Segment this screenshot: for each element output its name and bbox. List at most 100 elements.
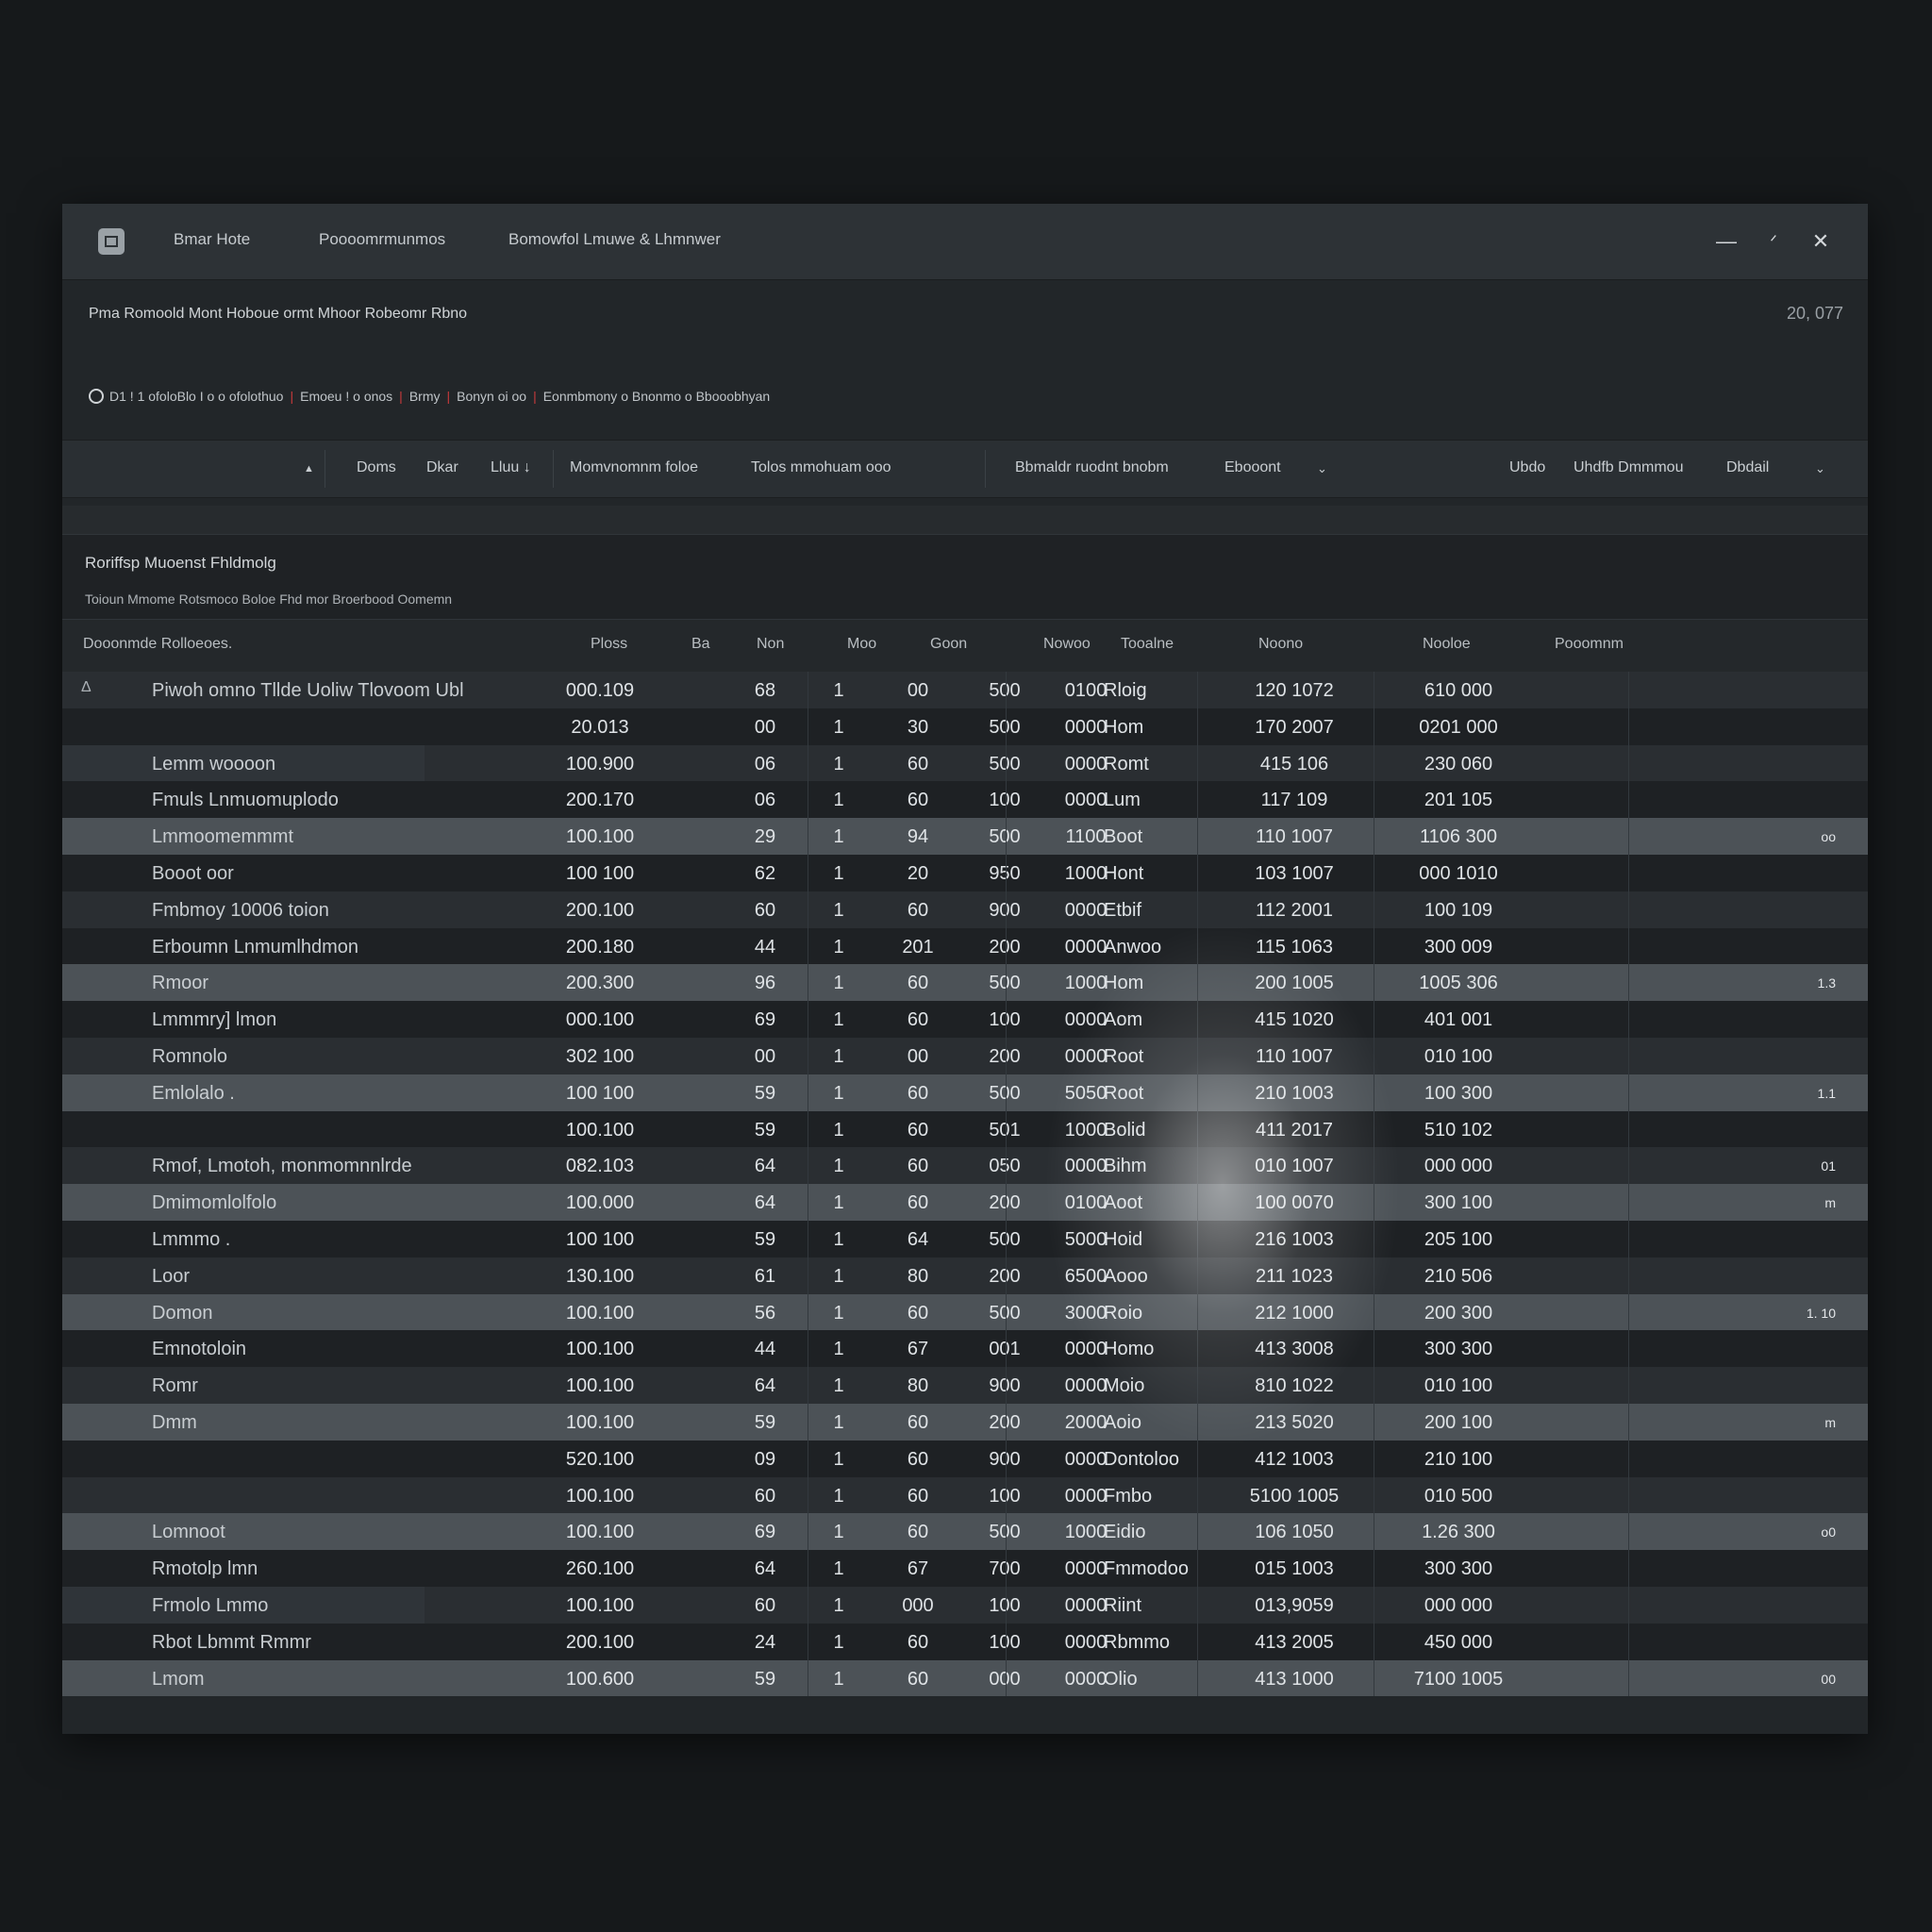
column-header[interactable]: Dooonmde Rolloeoes. [83, 636, 232, 653]
table-row[interactable]: Lmmmo . 100 100 59 1 64 500 5000 Hoid 216 1003 20… [62, 1221, 1868, 1257]
table-row[interactable]: Romr 100.100 64 1 80 900 0000 Moio 810 1022 010 1… [62, 1367, 1868, 1404]
group-2[interactable]: Tolos mmohuam ooo [751, 459, 891, 476]
cell-a: 200.180 [565, 936, 635, 958]
table-row[interactable]: Loor 130.100 61 1 80 200 6500 Aooo 211 1023 210 5… [62, 1257, 1868, 1294]
restore-button[interactable]: ᐟ [1755, 223, 1792, 260]
table-row[interactable]: Emnotoloin 100.100 44 1 67 001 0000 Homo 413 300… [62, 1330, 1868, 1368]
cell-i: 300 300 [1424, 1339, 1493, 1360]
right-item-2[interactable]: Uhdfb Dmmmou [1574, 459, 1683, 476]
table-row[interactable]: 100.100 59 1 60 501 1000 Bolid 411 2017 510 102 [62, 1110, 1868, 1148]
chevron-down-icon[interactable]: ⌄ [1317, 461, 1327, 476]
view-select[interactable]: Ebooont [1224, 459, 1281, 476]
cell-i: 401 001 [1424, 1009, 1493, 1031]
filter-1[interactable]: Doms [357, 459, 396, 476]
sort-marker-icon[interactable]: ▲ [304, 463, 314, 475]
table-row[interactable]: Lmmoomemmmt 100.100 29 1 94 500 1100 Boot 110 10… [62, 818, 1868, 855]
cell-d: 00 [907, 680, 929, 701]
cell-e: 100 [989, 1009, 1021, 1031]
cell-d: 80 [907, 1375, 929, 1397]
table-row[interactable]: 520.100 09 1 60 900 0000 Dontoloo 412 1003 210 1… [62, 1440, 1868, 1477]
column-header[interactable]: Tooalne [1121, 636, 1174, 653]
column-header[interactable]: Noono [1258, 636, 1303, 653]
breadcrumb-item[interactable]: Bonyn oi oo [457, 389, 526, 404]
cell-i: 0201 000 [1419, 716, 1498, 738]
table-row[interactable]: Fmbmoy 10006 toion 200.100 60 1 60 900 0000 Etb… [62, 891, 1868, 928]
right-select[interactable]: Dbdail [1726, 459, 1769, 476]
row-flag-icon[interactable]: Δ [81, 679, 92, 696]
menu-item-2[interactable]: Poooomrmunmos [319, 230, 445, 249]
table-row[interactable]: Booot oor 100 100 62 1 20 950 1000 Hont 103 1007… [62, 855, 1868, 891]
row-name: Lmmmo . [152, 1229, 231, 1250]
group-1[interactable]: Momvnomnm foloe [570, 459, 698, 476]
row-trailing-value: o0 [1821, 1524, 1836, 1541]
cell-g: Romt [1104, 753, 1149, 774]
row-name: Lmmoomemmmt [152, 826, 294, 848]
cell-i: 300 100 [1424, 1192, 1493, 1214]
table-row[interactable]: Rbot Lbmmt Rmmr 200.100 24 1 60 100 0000 Rbmmo 4… [62, 1623, 1868, 1660]
toolbar: ▲ Doms Dkar Lluu ↓ Momvnomnm foloe Tolos… [62, 440, 1868, 498]
cell-h: 5100 1005 [1249, 1485, 1340, 1507]
cell-c: 1 [833, 826, 844, 848]
cell-h: 213 5020 [1255, 1412, 1334, 1433]
cell-d: 60 [907, 1156, 929, 1177]
close-button[interactable]: ✕ [1802, 223, 1840, 260]
column-header[interactable]: Nowoo [1043, 636, 1091, 653]
table-row[interactable]: Lemm woooon 100.900 06 1 60 500 0000 Romt 415 10… [62, 744, 1868, 782]
table-row[interactable]: Dmm 100.100 59 1 60 200 2000 Aoio 213 5020 200 10… [62, 1404, 1868, 1441]
table-row[interactable]: Emlolalo . 100 100 59 1 60 500 5050 Root 210 100… [62, 1074, 1868, 1111]
right-item-1[interactable]: Ubdo [1509, 459, 1545, 476]
column-header[interactable]: Goon [930, 636, 967, 653]
table-row[interactable]: Rmoor 200.300 96 1 60 500 1000 Hom 200 1005 1005 … [62, 964, 1868, 1002]
cell-c: 1 [833, 680, 844, 701]
menu-item-1[interactable]: Bmar Hote [174, 230, 250, 249]
table-row[interactable]: Domon 100.100 56 1 60 500 3000 Roio 212 1000 200 … [62, 1293, 1868, 1331]
cell-b: 59 [754, 1119, 776, 1141]
chevron-down-icon[interactable]: ⌄ [1815, 461, 1825, 476]
cell-b: 62 [754, 863, 776, 884]
cell-c: 1 [833, 1156, 844, 1177]
column-header[interactable]: Ploss [591, 636, 627, 653]
column-header[interactable]: Ba [691, 636, 710, 653]
cell-e: 200 [989, 1265, 1021, 1287]
minimize-button[interactable]: — [1707, 223, 1745, 260]
cell-g: Aoot [1104, 1192, 1143, 1214]
cell-d: 20 [907, 863, 929, 884]
cell-i: 200 100 [1424, 1412, 1493, 1433]
app-icon[interactable] [98, 228, 125, 255]
column-header[interactable]: Moo [847, 636, 876, 653]
column-header[interactable]: Pooomnm [1555, 636, 1624, 653]
table-row[interactable]: Frmolo Lmmo 100.100 60 1 000 100 0000 Riint 013,… [62, 1587, 1868, 1624]
cell-g: Boot [1104, 826, 1143, 848]
table-row[interactable]: Δ Piwoh omno Tllde Uoliw Tlovoom Ubl 000.1… [62, 672, 1868, 708]
breadcrumb-item[interactable]: D1 ! 1 ofoloBlo I o o ofolothuo [109, 389, 283, 404]
breadcrumb-item[interactable]: Eonmbmony o Bnonmo o Bbooobhyan [543, 389, 771, 404]
view-label: Bbmaldr ruodnt bnobm [1015, 459, 1169, 475]
column-header[interactable]: Nooloe [1423, 636, 1471, 653]
cell-i: 300 009 [1424, 936, 1493, 958]
filter-3[interactable]: Lluu ↓ [491, 459, 531, 476]
breadcrumb-item[interactable]: Brmy [409, 389, 441, 404]
table-row[interactable]: Erboumn Lnmumlhdmon 200.180 44 1 201 200 0000 A… [62, 927, 1868, 965]
filter-2[interactable]: Dkar [426, 459, 458, 476]
table-row[interactable]: 100.100 60 1 60 100 0000 Fmbo 5100 1005 010 500 [62, 1476, 1868, 1514]
table-row[interactable]: Rmotolp lmn 260.100 64 1 67 700 0000 Fmmodoo 015… [62, 1550, 1868, 1587]
record-icon [89, 389, 104, 404]
table-row[interactable]: Romnolo 302 100 00 1 00 200 0000 Root 110 1007 01… [62, 1038, 1868, 1074]
table-row[interactable]: 20.013 00 1 30 500 0000 Hom 170 2007 0201 000 [62, 708, 1868, 745]
table-row[interactable]: Fmuls Lnmuomuplodo 200.170 06 1 60 100 0000 Lum… [62, 781, 1868, 819]
cell-i: 000 1010 [1419, 863, 1498, 884]
cell-d: 60 [907, 1009, 929, 1031]
cell-h: 412 1003 [1255, 1448, 1334, 1470]
table-row[interactable]: Rmof, Lmotoh, monmomnnlrde 082.103 64 1 60 05… [62, 1147, 1868, 1185]
menu-item-3[interactable]: Bomowfol Lmuwe & Lhmnwer [508, 230, 721, 249]
cell-d: 60 [907, 1485, 929, 1507]
table-row[interactable]: Lomnoot 100.100 69 1 60 500 1000 Eidio 106 1050 1… [62, 1513, 1868, 1551]
cell-a: 082.103 [565, 1156, 635, 1177]
table-row[interactable]: Lmmmry] lmon 000.100 69 1 60 100 0000 Aom 415 10… [62, 1001, 1868, 1038]
cell-e: 501 [989, 1119, 1021, 1141]
table-row[interactable]: Dmimomlolfolo 100.000 64 1 60 200 0100 Aoot 100 … [62, 1184, 1868, 1221]
cell-a: 200.170 [565, 790, 635, 811]
column-header[interactable]: Non [757, 636, 784, 653]
table-row[interactable]: Lmom 100.600 59 1 60 000 0000 Olio 413 1000 7100 … [62, 1659, 1868, 1697]
breadcrumb-item[interactable]: Emoeu ! o onos [300, 389, 392, 404]
